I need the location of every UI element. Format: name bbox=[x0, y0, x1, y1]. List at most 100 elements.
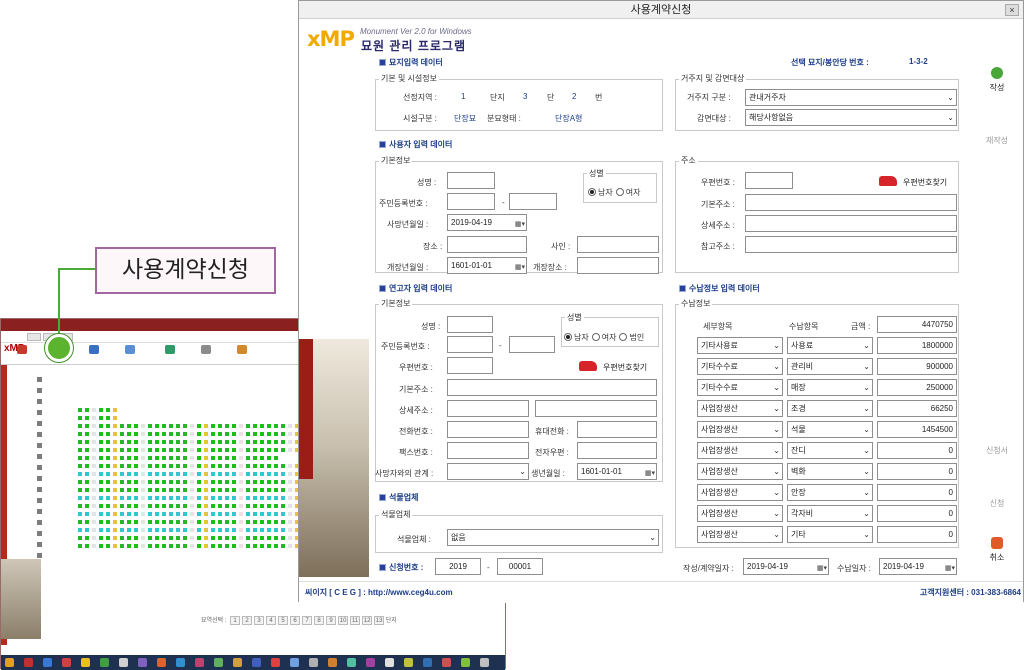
payment-amount-input[interactable]: 0 bbox=[877, 526, 957, 543]
footer-company-link[interactable]: 씨이지 [ C E G ] : http://www.ceg4u.com bbox=[305, 587, 453, 598]
pager-page-button[interactable]: 6 bbox=[290, 616, 301, 625]
pager-page-button[interactable]: 2 bbox=[242, 616, 253, 625]
taskbar-app-icon[interactable] bbox=[271, 658, 280, 667]
apply-button[interactable]: 신청 bbox=[977, 498, 1017, 509]
payment-item-select[interactable]: 잔디 ⌄ bbox=[787, 442, 873, 459]
background-toolbar-button[interactable] bbox=[187, 345, 225, 355]
applicant-name-input[interactable] bbox=[447, 316, 493, 333]
taskbar-app-icon[interactable] bbox=[442, 658, 451, 667]
background-tree-row[interactable] bbox=[9, 375, 77, 386]
payment-detail-select[interactable]: 사업장생산 ⌄ bbox=[697, 463, 783, 480]
taskbar-app-icon[interactable] bbox=[347, 658, 356, 667]
user-zip-search-button[interactable]: 우편번호찾기 bbox=[879, 176, 947, 188]
applicant-basic-addr-input[interactable] bbox=[447, 379, 657, 396]
application-year-input[interactable]: 2019 bbox=[435, 558, 481, 575]
background-tree-row[interactable] bbox=[9, 463, 77, 474]
taskbar-app-icon[interactable] bbox=[290, 658, 299, 667]
applicant-detail-addr-input-2[interactable] bbox=[535, 400, 657, 417]
background-menu-tab[interactable] bbox=[27, 333, 41, 341]
pager-page-button[interactable]: 1 bbox=[230, 616, 241, 625]
taskbar-app-icon[interactable] bbox=[5, 658, 14, 667]
applicant-resident-no-back[interactable] bbox=[509, 336, 555, 353]
background-tree-row[interactable] bbox=[9, 419, 77, 430]
user-cause-input[interactable] bbox=[577, 236, 659, 253]
payment-detail-select[interactable]: 기타수수료 ⌄ bbox=[697, 358, 783, 375]
payment-detail-select[interactable]: 사업장생산 ⌄ bbox=[697, 421, 783, 438]
payment-detail-select[interactable]: 사업장생산 ⌄ bbox=[697, 484, 783, 501]
calendar-icon[interactable]: ▦▾ bbox=[505, 260, 525, 271]
pager-page-button[interactable]: 10 bbox=[338, 616, 349, 625]
background-tree-row[interactable] bbox=[9, 474, 77, 485]
pager-page-button[interactable]: 8 bbox=[314, 616, 325, 625]
taskbar-app-icon[interactable] bbox=[480, 658, 489, 667]
pager-page-button[interactable]: 11 bbox=[350, 616, 361, 625]
payment-item-select[interactable]: 각자비 ⌄ bbox=[787, 505, 873, 522]
user-zip-input[interactable] bbox=[745, 172, 793, 189]
payment-amount-input[interactable]: 1800000 bbox=[877, 337, 957, 354]
payment-amount-input[interactable]: 0 bbox=[877, 463, 957, 480]
user-female-radio[interactable] bbox=[615, 188, 624, 196]
cancel-button[interactable]: 취소 bbox=[977, 537, 1017, 563]
application-form-button[interactable]: 신청서 bbox=[977, 445, 1017, 456]
taskbar-app-icon[interactable] bbox=[366, 658, 375, 667]
payment-item-select[interactable]: 석물 ⌄ bbox=[787, 421, 873, 438]
applicant-detail-addr-input-1[interactable] bbox=[447, 400, 529, 417]
payment-item-select[interactable]: 기타 ⌄ bbox=[787, 526, 873, 543]
taskbar-app-icon[interactable] bbox=[81, 658, 90, 667]
taskbar-app-icon[interactable] bbox=[328, 658, 337, 667]
applicant-birth-input[interactable]: 1601-01-01 ▦▾ bbox=[577, 463, 657, 480]
taskbar-app-icon[interactable] bbox=[62, 658, 71, 667]
application-seq-input[interactable]: 00001 bbox=[497, 558, 543, 575]
user-detail-addr-input[interactable] bbox=[745, 215, 957, 232]
applicant-relation-select[interactable]: ⌄ bbox=[447, 463, 529, 480]
pager-page-button[interactable]: 7 bbox=[302, 616, 313, 625]
taskbar-app-icon[interactable] bbox=[385, 658, 394, 667]
applicant-zip-input[interactable] bbox=[447, 357, 493, 374]
payment-total-input[interactable]: 4470750 bbox=[877, 316, 957, 333]
user-funeral-place-input[interactable] bbox=[447, 236, 527, 253]
pager-page-button[interactable]: 13 bbox=[374, 616, 385, 625]
payment-amount-input[interactable]: 250000 bbox=[877, 379, 957, 396]
pager-page-button[interactable]: 3 bbox=[254, 616, 265, 625]
write-button[interactable]: 작성 bbox=[977, 67, 1017, 93]
payment-item-select[interactable]: 벽화 ⌄ bbox=[787, 463, 873, 480]
applicant-email-input[interactable] bbox=[577, 442, 657, 459]
user-name-input[interactable] bbox=[447, 172, 495, 189]
background-tree-row[interactable] bbox=[9, 408, 77, 419]
applicant-female-radio[interactable] bbox=[591, 333, 600, 341]
applicant-phone-input[interactable] bbox=[447, 421, 529, 438]
background-tree-row[interactable] bbox=[9, 518, 77, 529]
taskbar-app-icon[interactable] bbox=[404, 658, 413, 667]
taskbar-app-icon[interactable] bbox=[138, 658, 147, 667]
taskbar-app-icon[interactable] bbox=[423, 658, 432, 667]
payment-item-select[interactable]: 조경 ⌄ bbox=[787, 400, 873, 417]
payment-detail-select[interactable]: 사업장생산 ⌄ bbox=[697, 400, 783, 417]
taskbar-app-icon[interactable] bbox=[176, 658, 185, 667]
stone-company-select[interactable]: 없음 ⌄ bbox=[447, 529, 659, 546]
user-relocation-date-input[interactable]: 1601-01-01 ▦▾ bbox=[447, 257, 527, 274]
payment-detail-select[interactable]: 기타사용료 ⌄ bbox=[697, 337, 783, 354]
taskbar-app-icon[interactable] bbox=[233, 658, 242, 667]
background-toolbar-button[interactable] bbox=[3, 345, 41, 355]
payment-item-select[interactable]: 관리비 ⌄ bbox=[787, 358, 873, 375]
user-death-date-input[interactable]: 2019-04-19 ▦▾ bbox=[447, 214, 527, 231]
calendar-icon[interactable]: ▦▾ bbox=[505, 217, 525, 228]
taskbar-app-icon[interactable] bbox=[157, 658, 166, 667]
background-tree-row[interactable] bbox=[9, 441, 77, 452]
payment-detail-select[interactable]: 기타수수료 ⌄ bbox=[697, 379, 783, 396]
payment-amount-input[interactable]: 66250 bbox=[877, 400, 957, 417]
residence-select[interactable]: 관내거주자 ⌄ bbox=[745, 89, 957, 106]
taskbar-app-icon[interactable] bbox=[461, 658, 470, 667]
reduction-select[interactable]: 해당사항없음 ⌄ bbox=[745, 109, 957, 126]
background-tree-row[interactable] bbox=[9, 386, 77, 397]
payment-item-select[interactable]: 매장 ⌄ bbox=[787, 379, 873, 396]
background-tree-row[interactable] bbox=[9, 540, 77, 551]
payment-amount-input[interactable]: 0 bbox=[877, 505, 957, 522]
user-relocation-place-input[interactable] bbox=[577, 257, 659, 274]
taskbar-app-icon[interactable] bbox=[309, 658, 318, 667]
taskbar-app-icon[interactable] bbox=[195, 658, 204, 667]
applicant-resident-no-front[interactable] bbox=[447, 336, 493, 353]
user-basic-addr-input[interactable] bbox=[745, 194, 957, 211]
payment-amount-input[interactable]: 900000 bbox=[877, 358, 957, 375]
payment-amount-input[interactable]: 0 bbox=[877, 442, 957, 459]
